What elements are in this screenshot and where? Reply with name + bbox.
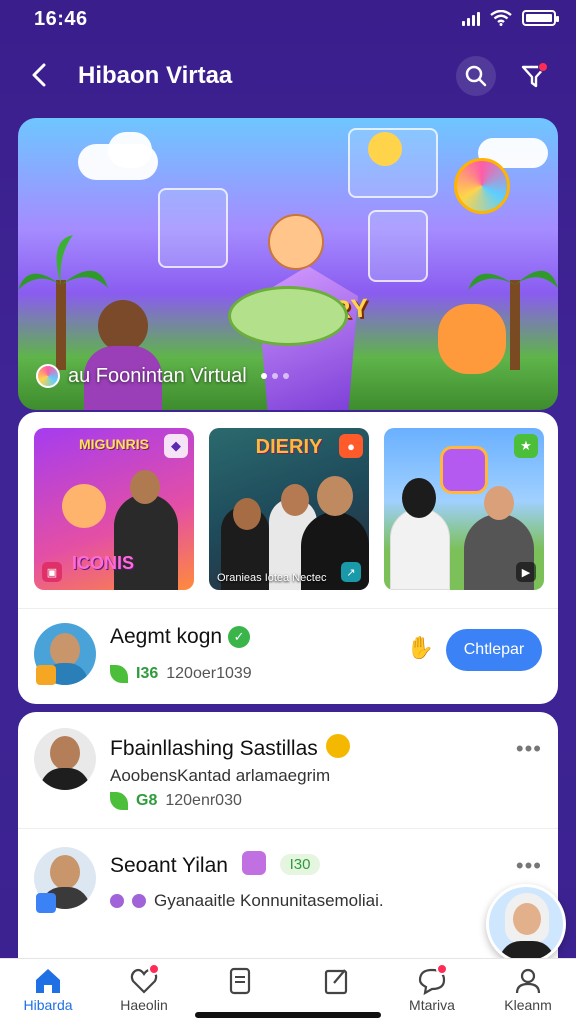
count-badge: I30 [279, 854, 321, 875]
music-icon [110, 894, 124, 908]
more-options-icon[interactable]: ••• [516, 736, 542, 762]
feed-list: Fbainllashing Sastillas AoobensKantad ar… [18, 712, 558, 972]
mascot-character [438, 304, 506, 374]
live-icon [36, 364, 60, 388]
display-case [158, 188, 228, 268]
palm-tree-illustration [18, 235, 108, 370]
hero-caption: au Foonintan Virtual [36, 364, 289, 388]
presenter-figure [114, 494, 178, 590]
featured-card: MIGUNRIS ◆ ICONIS ▣ DIERIY ● Oranieas Io… [18, 412, 558, 704]
floating-live-avatar[interactable] [486, 884, 566, 964]
avatar[interactable] [34, 728, 96, 790]
hero-caption-text: au Foonintan Virtual [68, 364, 247, 387]
notification-dot [435, 963, 448, 975]
bottom-nav: Hibarda Haeolin Mtariva Kleanm [0, 958, 576, 1024]
presenter-head [281, 484, 309, 516]
signal-icon [462, 10, 480, 26]
gift-icon [241, 851, 266, 875]
ball-illustration [454, 158, 510, 214]
badge-icon: ◆ [164, 434, 188, 458]
video-thumbnail[interactable]: MIGUNRIS ◆ ICONIS ▣ [34, 428, 194, 590]
creator-meta: I36 120oer1039 [110, 665, 252, 683]
presenter-head [317, 476, 353, 516]
video-thumbnail[interactable]: DIERIY ● Oranieas Iotea Nectec ↗ [209, 428, 369, 590]
thumbnail-subtitle: ICONIS [72, 553, 135, 573]
status-time: 16:46 [34, 8, 88, 30]
nav-messages[interactable]: Mtariva [384, 959, 480, 1024]
mascot-character [368, 132, 402, 166]
chevron-left-icon [32, 63, 46, 87]
feed-subtitle: AoobensKantad arlamaegrim [110, 766, 331, 785]
live-badge-icon [36, 665, 56, 685]
presenter-head [130, 470, 160, 504]
video-thumbnail[interactable]: ★ ▶ [384, 428, 544, 590]
list-item[interactable]: Seoant Yilan I30 Gyanaaitle Konnunitasem… [18, 828, 558, 944]
home-indicator[interactable] [195, 1012, 381, 1018]
filter-button[interactable] [514, 56, 554, 96]
presenter-head [233, 498, 261, 530]
battery-icon [522, 10, 559, 26]
presenter-head [402, 478, 436, 518]
leaf-icon [110, 665, 128, 683]
nav-favorites[interactable]: Haeolin [96, 959, 192, 1024]
home-icon [36, 969, 60, 993]
verified-icon: ✓ [228, 626, 251, 648]
leaf-icon [110, 792, 128, 810]
play-icon: ▶ [516, 562, 536, 582]
emoji-icon [325, 734, 350, 758]
mascot-character [440, 446, 488, 494]
live-creator-row[interactable]: Aegmt kogn ✓ I36 120oer1039 ✋ Chtlepar [18, 608, 558, 704]
carousel-dots[interactable] [260, 373, 289, 379]
app-badge-icon [36, 893, 56, 913]
cloud-decoration [108, 132, 152, 168]
display-case [368, 210, 428, 282]
music-icon [132, 894, 146, 908]
search-icon [465, 65, 487, 87]
nav-home[interactable]: Hibarda [0, 959, 96, 1024]
character-illustration [98, 300, 148, 352]
stage-platform [228, 286, 348, 346]
document-icon [229, 967, 251, 995]
notification-dot [538, 62, 548, 72]
presenter-head [484, 486, 514, 520]
flag-icon: ▣ [42, 562, 62, 582]
wave-icon: ✋ [406, 635, 434, 660]
more-options-icon[interactable]: ••• [516, 853, 542, 879]
feed-subtitle: Gyanaaitle Konnunitasemoliai. [110, 891, 384, 911]
notification-dot [147, 963, 160, 975]
search-button[interactable] [456, 56, 496, 96]
wifi-icon [490, 10, 512, 26]
feed-author: Fbainllashing Sastillas [110, 734, 350, 761]
status-bar: 16:46 [0, 0, 576, 40]
mascot-character [268, 214, 324, 270]
creator-name: Aegmt kogn ✓ [110, 625, 251, 649]
video-thumbnails: MIGUNRIS ◆ ICONIS ▣ DIERIY ● Oranieas Io… [34, 428, 544, 590]
page-title: Hibaon Virtaa [78, 62, 233, 89]
back-button[interactable] [24, 60, 54, 90]
presenter-figure [390, 508, 450, 590]
join-button[interactable]: Chtlepar [446, 629, 542, 671]
list-item[interactable]: Fbainllashing Sastillas AoobensKantad ar… [18, 712, 558, 828]
thumbnail-footer: Oranieas Iotea Nectec [217, 572, 327, 584]
feed-meta: G8 120enr030 [110, 792, 242, 810]
expand-icon: ↗ [341, 562, 361, 582]
feed-author: Seoant Yilan I30 [110, 851, 321, 878]
profile-icon [515, 968, 541, 994]
status-icons [462, 10, 559, 26]
badge-icon: ★ [514, 434, 538, 458]
badge-icon: ● [339, 434, 363, 458]
compose-icon [324, 969, 348, 995]
mascot-character [62, 484, 106, 528]
header: Hibaon Virtaa [0, 52, 576, 100]
hero-banner[interactable]: VIRURY au Foonintan Virtual [18, 118, 558, 410]
nav-profile[interactable]: Kleanm [480, 959, 576, 1024]
